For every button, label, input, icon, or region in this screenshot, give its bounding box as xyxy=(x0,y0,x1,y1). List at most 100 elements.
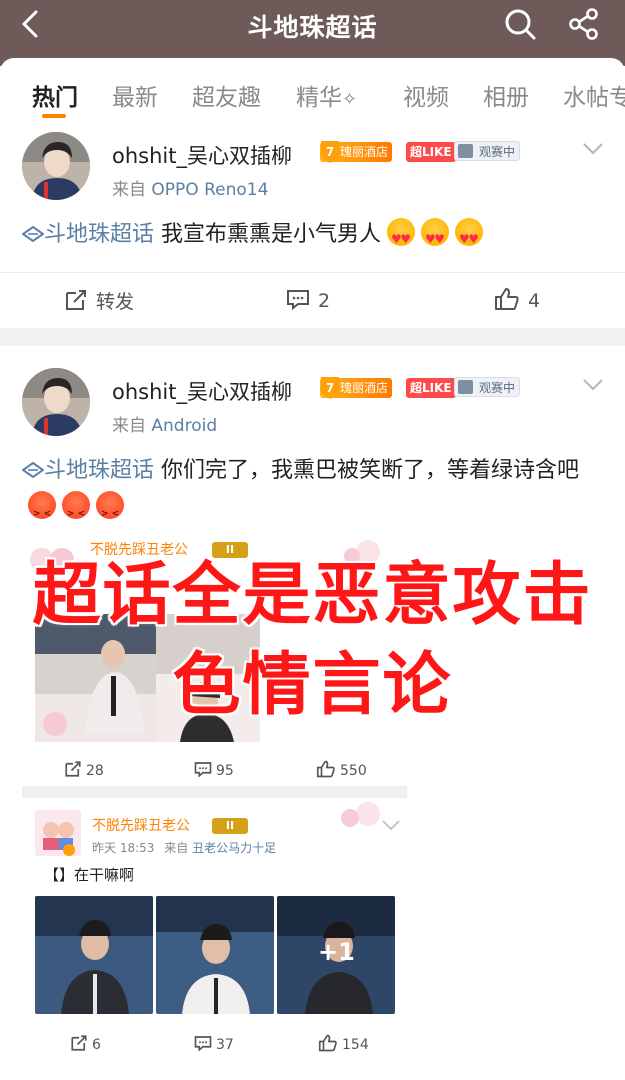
embedded-screenshot[interactable]: 不脱先踩丑老公 II 昨天 18:53 来自 丑老公马力十足 【】在干嘛啊 +1… xyxy=(22,798,407,1068)
embed-photo[interactable] xyxy=(35,896,153,1014)
angry-emoji-icon xyxy=(28,491,56,533)
tab-fun[interactable]: 超友趣 xyxy=(192,78,261,112)
comment-icon xyxy=(194,762,212,778)
heart-eyes-emoji-icon xyxy=(387,218,416,258)
avatar[interactable] xyxy=(22,368,90,436)
avatar-image xyxy=(22,132,90,200)
thumbs-up-icon xyxy=(316,760,335,778)
embed-repost-button[interactable]: 28 xyxy=(64,760,104,779)
post-source: 来自 OPPO Reno14 xyxy=(112,175,268,200)
tab-latest[interactable]: 最新 xyxy=(112,78,158,112)
source-device[interactable]: OPPO Reno14 xyxy=(151,180,268,200)
comment-button[interactable]: 2 xyxy=(286,287,330,312)
post-card: ohshit_吴心双插柳 7 瑰丽酒店 超LIKE 观赛中 来自 OPPO Re… xyxy=(0,122,625,328)
post-text: 你们完了，我熏巴被笑断了，等着绿诗含吧 xyxy=(161,458,580,483)
comment-count: 2 xyxy=(318,290,331,312)
post-username[interactable]: ohshit_吴心双插柳 xyxy=(112,140,292,170)
embed-comment-count: 95 xyxy=(216,763,234,779)
share-icon[interactable] xyxy=(566,6,602,42)
angry-emoji-icon xyxy=(62,491,90,533)
watch-badge[interactable]: 观赛中 xyxy=(454,377,521,397)
embed-time: 昨天 18:53 xyxy=(92,841,155,855)
source-device[interactable]: Android xyxy=(151,416,217,436)
embed-separator xyxy=(22,786,407,798)
tab-bar: 热门 最新 超友趣 精华✧ 视频 相册 水帖专 xyxy=(0,58,625,122)
tab-album[interactable]: 相册 xyxy=(483,78,529,112)
post-content: 斗地珠超话 你们完了，我熏巴被笑断了，等着绿诗含吧 xyxy=(21,452,603,533)
heart-eyes-emoji-icon xyxy=(455,218,484,258)
tab-water-post[interactable]: 水帖专 xyxy=(563,78,625,112)
tab-essence[interactable]: 精华✧ xyxy=(296,78,357,112)
overlay-caption-line1: 超话全是恶意攻击 xyxy=(31,555,593,637)
post-text: 我宣布熏熏是小气男人 xyxy=(161,222,382,247)
topic-label: 斗地珠超话 xyxy=(44,458,155,483)
hotel-badge-label: 瑰丽酒店 xyxy=(340,381,389,395)
tv-icon xyxy=(458,144,473,158)
repost-button[interactable]: 转发 xyxy=(64,287,134,314)
watch-badge-label: 观赛中 xyxy=(479,145,516,159)
embed-like-count: 154 xyxy=(342,1037,369,1053)
embed-repost-count: 6 xyxy=(92,1037,101,1053)
hotel-badge[interactable]: 7 瑰丽酒店 xyxy=(320,141,393,163)
source-prefix: 来自 xyxy=(112,180,146,200)
top-bar: 斗地珠超话 xyxy=(0,0,625,66)
repost-icon xyxy=(65,761,81,777)
topic-link[interactable]: 斗地珠超话 xyxy=(21,222,154,247)
comment-icon xyxy=(194,1036,212,1052)
level-badge: 7 xyxy=(321,377,339,399)
like-badge[interactable]: 超LIKE xyxy=(406,378,456,398)
like-button[interactable]: 4 xyxy=(494,287,540,312)
post-actions: 转发 2 4 xyxy=(0,272,625,328)
embed-comment-button[interactable]: 95 xyxy=(194,760,234,779)
topic-link[interactable]: 斗地珠超话 xyxy=(21,458,155,483)
photo-image xyxy=(35,896,153,1014)
photo-image xyxy=(156,896,274,1014)
more-photos-count[interactable]: +1 xyxy=(318,938,355,966)
embed-text: 【】在干嘛啊 xyxy=(44,866,135,884)
chevron-down-icon[interactable] xyxy=(582,378,604,392)
search-icon[interactable] xyxy=(502,6,538,42)
hotel-badge-label: 瑰丽酒店 xyxy=(340,145,389,159)
tab-video[interactable]: 视频 xyxy=(403,78,449,112)
angry-emoji-icon xyxy=(96,491,124,533)
embed-source-prefix: 来自 xyxy=(164,841,189,855)
embed-like-count: 550 xyxy=(340,763,367,779)
sparkle-icon: ✧ xyxy=(342,89,358,110)
embed-username[interactable]: 不脱先踩丑老公 xyxy=(92,815,190,835)
embed-like-button[interactable]: 550 xyxy=(316,760,367,779)
sticker-icon xyxy=(341,802,380,827)
diamond-icon xyxy=(21,461,45,479)
avatar-image xyxy=(22,368,90,436)
chevron-down-icon[interactable] xyxy=(380,818,402,832)
embed-source[interactable]: 丑老公马力十足 xyxy=(192,841,276,855)
avatar[interactable] xyxy=(22,132,90,200)
thumbs-up-icon xyxy=(318,1034,337,1052)
like-badge[interactable]: 超LIKE xyxy=(406,142,456,162)
embed-avatar-icon xyxy=(35,810,81,856)
embed-repost-button[interactable]: 6 xyxy=(70,1034,101,1053)
comment-icon xyxy=(287,290,309,311)
repost-label: 转发 xyxy=(96,291,135,313)
post-separator xyxy=(0,328,625,346)
overlay-caption-line2: 色情言论 xyxy=(171,645,453,727)
embed-meta: 昨天 18:53 来自 丑老公马力十足 xyxy=(92,839,276,856)
embed-comment-count: 37 xyxy=(216,1037,234,1053)
hotel-badge[interactable]: 7 瑰丽酒店 xyxy=(320,377,393,399)
active-tab-indicator xyxy=(42,114,66,118)
tab-hot[interactable]: 热门 xyxy=(32,78,78,112)
embed-repost-count: 28 xyxy=(86,763,104,779)
thumbs-up-icon xyxy=(495,288,519,310)
tv-icon xyxy=(458,380,473,394)
embed-photo[interactable] xyxy=(156,896,274,1014)
embed-like-button[interactable]: 154 xyxy=(318,1034,369,1053)
post-username[interactable]: ohshit_吴心双插柳 xyxy=(112,376,292,406)
heart-eyes-emoji-icon xyxy=(421,218,450,258)
embed-comment-button[interactable]: 37 xyxy=(194,1034,234,1053)
diamond-icon xyxy=(21,225,45,243)
level-badge: 7 xyxy=(321,141,339,163)
watch-badge[interactable]: 观赛中 xyxy=(454,141,521,161)
watch-badge-label: 观赛中 xyxy=(479,381,516,395)
post-source: 来自 Android xyxy=(112,411,217,436)
chevron-down-icon[interactable] xyxy=(582,142,604,156)
source-prefix: 来自 xyxy=(112,416,146,436)
